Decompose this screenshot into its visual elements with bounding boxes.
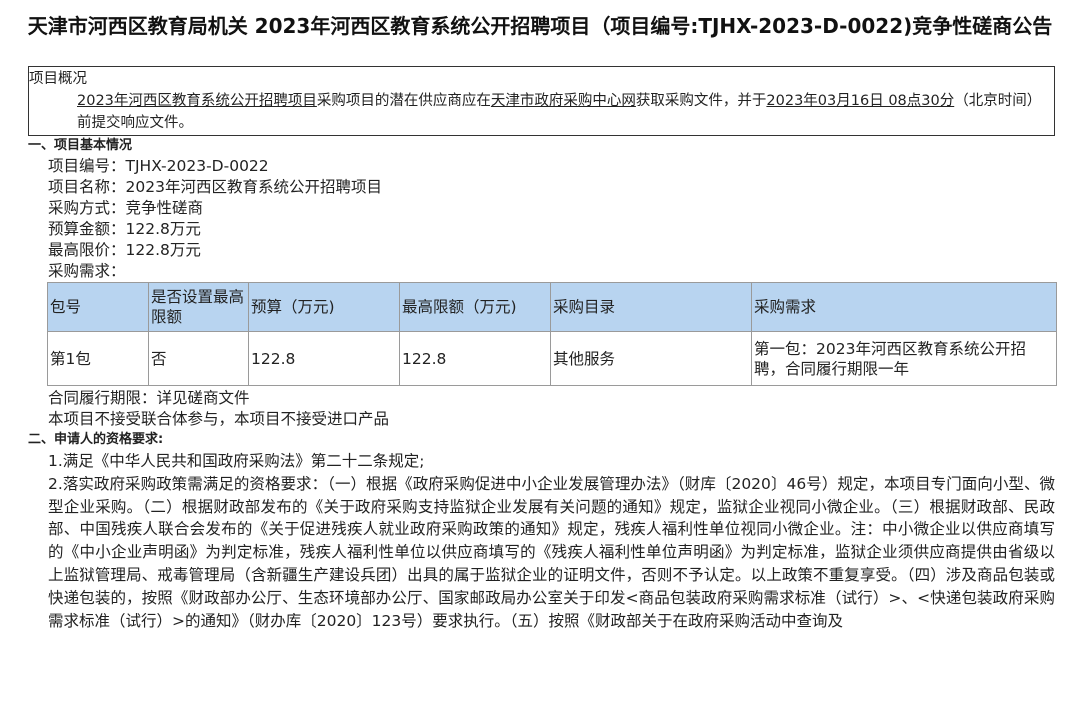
requirements-table: 包号 是否设置最高限额 预算（万元) 最高限额（万元) 采购目录 采购需求 第1… bbox=[47, 282, 1057, 386]
consortium-note: 本项目不接受联合体参与，本项目不接受进口产品 bbox=[48, 410, 390, 428]
table-header: 采购需求 bbox=[751, 282, 1057, 332]
table-header: 包号 bbox=[47, 282, 149, 332]
overview-site-link[interactable]: 天津市政府采购中心网 bbox=[491, 93, 636, 109]
field-procurement-method: 采购方式：竞争性磋商 bbox=[48, 199, 204, 217]
overview-deadline: 2023年03月16日 08点30分 bbox=[766, 93, 955, 109]
field-project-number: 项目编号：TJHX-2023-D-0022 bbox=[48, 157, 269, 175]
table-cell: 122.8 bbox=[399, 331, 551, 386]
section-basic-info-title: 一、项目基本情况 bbox=[28, 138, 133, 153]
table-row: 第1包 否 122.8 122.8 其他服务 第一包：2023年河西区教育系统公… bbox=[47, 331, 1057, 386]
announcement-page: 天津市河西区教育局机关 2023年河西区教育系统公开招聘项目（项目编号:TJHX… bbox=[0, 0, 1080, 713]
contract-notes: 合同履行期限：详见磋商文件 本项目不接受联合体参与，本项目不接受进口产品 bbox=[48, 388, 1080, 430]
qualification-item: 2.落实政府采购政策需满足的资格要求：（一）根据《政府采购促进中小企业发展管理办… bbox=[48, 474, 1055, 630]
table-cell: 第1包 bbox=[47, 331, 149, 386]
table-header-row: 包号 是否设置最高限额 预算（万元) 最高限额（万元) 采购目录 采购需求 bbox=[47, 282, 1057, 332]
table-header: 最高限额（万元) bbox=[399, 282, 551, 332]
qualification-item: 1.满足《中华人民共和国政府采购法》第二十二条规定; bbox=[48, 452, 425, 470]
contract-period-note: 合同履行期限：详见磋商文件 bbox=[48, 389, 250, 407]
basic-info-fields: 项目编号：TJHX-2023-D-0022 项目名称：2023年河西区教育系统公… bbox=[48, 156, 1080, 282]
table-cell: 否 bbox=[148, 331, 249, 386]
table-cell: 第一包：2023年河西区教育系统公开招聘，合同履行期限一年 bbox=[751, 331, 1057, 386]
field-max-price: 最高限价：122.8万元 bbox=[48, 241, 201, 259]
project-overview-box: 项目概况 2023年河西区教育系统公开招聘项目采购项目的潜在供应商应在天津市政府… bbox=[28, 66, 1055, 136]
table-header: 采购目录 bbox=[550, 282, 752, 332]
overview-label: 项目概况 bbox=[29, 71, 87, 87]
field-requirements-label: 采购需求： bbox=[48, 262, 126, 280]
page-title: 天津市河西区教育局机关 2023年河西区教育系统公开招聘项目（项目编号:TJHX… bbox=[27, 14, 1053, 38]
field-budget: 预算金额：122.8万元 bbox=[48, 220, 201, 238]
table-cell: 其他服务 bbox=[550, 331, 752, 386]
section-qualification-title: 二、申请人的资格要求: bbox=[28, 432, 164, 447]
table-header: 是否设置最高限额 bbox=[148, 282, 249, 332]
overview-text: 2023年河西区教育系统公开招聘项目采购项目的潜在供应商应在天津市政府采购中心网… bbox=[77, 93, 1042, 131]
table-cell: 122.8 bbox=[248, 331, 400, 386]
table-header: 预算（万元) bbox=[248, 282, 400, 332]
field-project-name: 项目名称：2023年河西区教育系统公开招聘项目 bbox=[48, 178, 382, 196]
qualification-requirements: 1.满足《中华人民共和国政府采购法》第二十二条规定; 2.落实政府采购政策需满足… bbox=[48, 450, 1055, 632]
overview-project-name: 2023年河西区教育系统公开招聘项目 bbox=[77, 93, 317, 109]
